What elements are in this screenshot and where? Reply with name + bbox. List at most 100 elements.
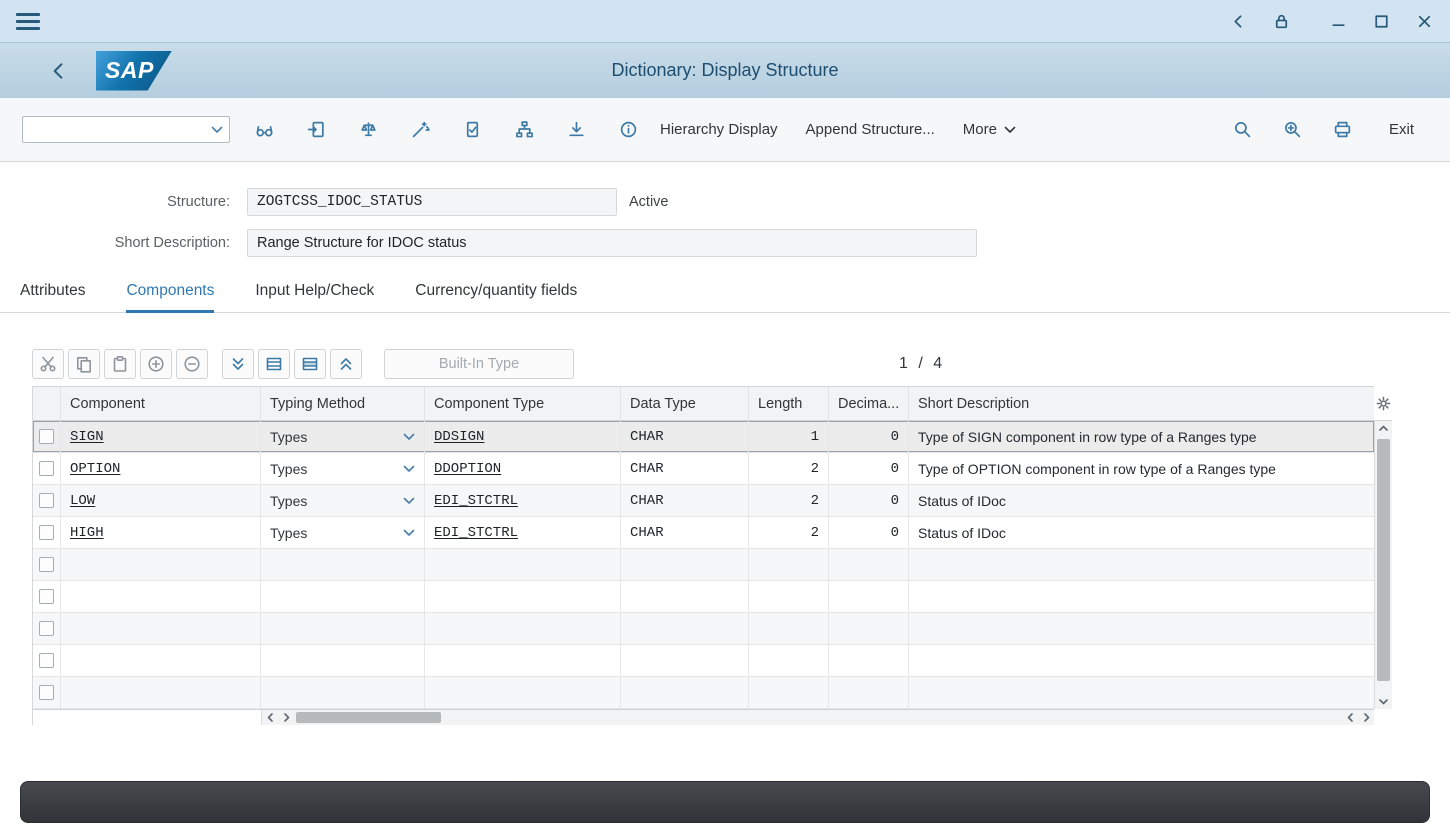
- short-description-cell[interactable]: [909, 581, 1374, 612]
- decimals-cell[interactable]: [829, 645, 909, 676]
- scroll-right-end-icon[interactable]: [1358, 710, 1374, 725]
- decimals-cell[interactable]: [829, 677, 909, 708]
- row-checkbox[interactable]: [39, 461, 54, 476]
- horizontal-scroll-track[interactable]: [294, 710, 1342, 725]
- row-checkbox[interactable]: [39, 493, 54, 508]
- transfer-object-icon[interactable]: [298, 113, 334, 147]
- data-type-cell[interactable]: [621, 549, 749, 580]
- component-link[interactable]: LOW: [70, 493, 95, 509]
- append-structure-button[interactable]: Append Structure...: [792, 113, 949, 147]
- select-all-cell[interactable]: [33, 387, 61, 420]
- delete-row-icon[interactable]: [294, 349, 326, 379]
- structure-field[interactable]: ZOGTCSS_IDOC_STATUS: [247, 188, 617, 216]
- col-header-component[interactable]: Component: [61, 387, 261, 420]
- scroll-up-icon[interactable]: [1375, 421, 1392, 436]
- chevron-double-down-icon[interactable]: [222, 349, 254, 379]
- component-cell[interactable]: [61, 581, 261, 612]
- short-description-cell[interactable]: [909, 677, 1374, 708]
- data-type-cell[interactable]: [621, 677, 749, 708]
- component-link[interactable]: OPTION: [70, 461, 120, 477]
- cut-icon[interactable]: [32, 349, 64, 379]
- hierarchy-display-button[interactable]: Hierarchy Display: [646, 113, 792, 147]
- search-icon[interactable]: [1225, 113, 1261, 147]
- command-input[interactable]: [23, 117, 211, 142]
- tab-components[interactable]: Components: [126, 282, 214, 312]
- remove-row-icon[interactable]: [176, 349, 208, 379]
- copy-icon[interactable]: [68, 349, 100, 379]
- command-field[interactable]: [22, 116, 230, 143]
- component-type-cell[interactable]: [425, 677, 621, 708]
- col-header-data-type[interactable]: Data Type: [621, 387, 749, 420]
- typing-method-cell[interactable]: [261, 677, 425, 708]
- back-chevron-icon[interactable]: [48, 60, 70, 82]
- component-type-link[interactable]: EDI_STCTRL: [434, 525, 518, 541]
- component-link[interactable]: HIGH: [70, 525, 104, 541]
- component-type-link[interactable]: DDOPTION: [434, 461, 501, 477]
- nav-back-icon[interactable]: [1229, 12, 1248, 31]
- compare-icon[interactable]: [350, 113, 386, 147]
- tab-attributes[interactable]: Attributes: [20, 282, 85, 312]
- length-cell[interactable]: [749, 677, 829, 708]
- paste-icon[interactable]: [104, 349, 136, 379]
- lock-icon[interactable]: [1272, 12, 1291, 31]
- row-checkbox[interactable]: [39, 653, 54, 668]
- decimals-cell[interactable]: [829, 613, 909, 644]
- chevron-double-up-icon[interactable]: [330, 349, 362, 379]
- scroll-right-icon[interactable]: [278, 710, 294, 725]
- scroll-left-end-icon[interactable]: [1342, 710, 1358, 725]
- col-header-component-type[interactable]: Component Type: [425, 387, 621, 420]
- info-icon[interactable]: [610, 113, 646, 147]
- component-cell[interactable]: [61, 645, 261, 676]
- row-checkbox[interactable]: [39, 685, 54, 700]
- insert-row-icon[interactable]: [258, 349, 290, 379]
- typing-method-dropdown[interactable]: Types: [261, 517, 425, 548]
- horizontal-scroll-thumb[interactable]: [296, 712, 441, 723]
- data-type-cell[interactable]: [621, 645, 749, 676]
- data-type-cell[interactable]: [621, 581, 749, 612]
- vertical-scroll-thumb[interactable]: [1377, 439, 1390, 682]
- component-cell[interactable]: [61, 677, 261, 708]
- data-type-cell[interactable]: [621, 613, 749, 644]
- menu-hamburger-icon[interactable]: [16, 13, 40, 30]
- scroll-down-icon[interactable]: [1375, 694, 1392, 709]
- length-cell[interactable]: [749, 549, 829, 580]
- length-cell[interactable]: [749, 581, 829, 612]
- component-type-cell[interactable]: [425, 549, 621, 580]
- hierarchy-icon[interactable]: [506, 113, 542, 147]
- add-row-icon[interactable]: [140, 349, 172, 379]
- maximize-button[interactable]: [1372, 12, 1391, 31]
- component-cell[interactable]: [61, 549, 261, 580]
- col-header-typing-method[interactable]: Typing Method: [261, 387, 425, 420]
- decimals-cell[interactable]: [829, 549, 909, 580]
- length-cell[interactable]: [749, 645, 829, 676]
- vertical-scroll-track[interactable]: [1375, 436, 1392, 694]
- typing-method-cell[interactable]: [261, 645, 425, 676]
- row-checkbox[interactable]: [39, 429, 54, 444]
- exit-button[interactable]: Exit: [1375, 113, 1428, 147]
- where-used-icon[interactable]: [558, 113, 594, 147]
- component-type-cell[interactable]: [425, 613, 621, 644]
- short-description-field[interactable]: Range Structure for IDOC status: [247, 229, 977, 257]
- col-header-short-description[interactable]: Short Description: [909, 387, 1374, 420]
- component-type-link[interactable]: EDI_STCTRL: [434, 493, 518, 509]
- component-type-link[interactable]: DDSIGN: [434, 429, 484, 445]
- short-description-cell[interactable]: [909, 549, 1374, 580]
- row-checkbox[interactable]: [39, 525, 54, 540]
- tab-currency-quantity-fields[interactable]: Currency/quantity fields: [415, 282, 577, 312]
- search-plus-icon[interactable]: [1275, 113, 1311, 147]
- col-header-decimals[interactable]: Decima...: [829, 387, 909, 420]
- typing-method-cell[interactable]: [261, 549, 425, 580]
- decimals-cell[interactable]: [829, 581, 909, 612]
- component-link[interactable]: SIGN: [70, 429, 104, 445]
- short-description-cell[interactable]: [909, 613, 1374, 644]
- activate-icon[interactable]: [402, 113, 438, 147]
- typing-method-cell[interactable]: [261, 581, 425, 612]
- component-type-cell[interactable]: [425, 645, 621, 676]
- more-button[interactable]: More: [949, 113, 1030, 147]
- print-icon[interactable]: [1325, 113, 1361, 147]
- scroll-left-icon[interactable]: [262, 710, 278, 725]
- minimize-button[interactable]: [1329, 12, 1348, 31]
- typing-method-dropdown[interactable]: Types: [261, 421, 425, 452]
- col-header-length[interactable]: Length: [749, 387, 829, 420]
- command-dropdown-icon[interactable]: [211, 126, 229, 134]
